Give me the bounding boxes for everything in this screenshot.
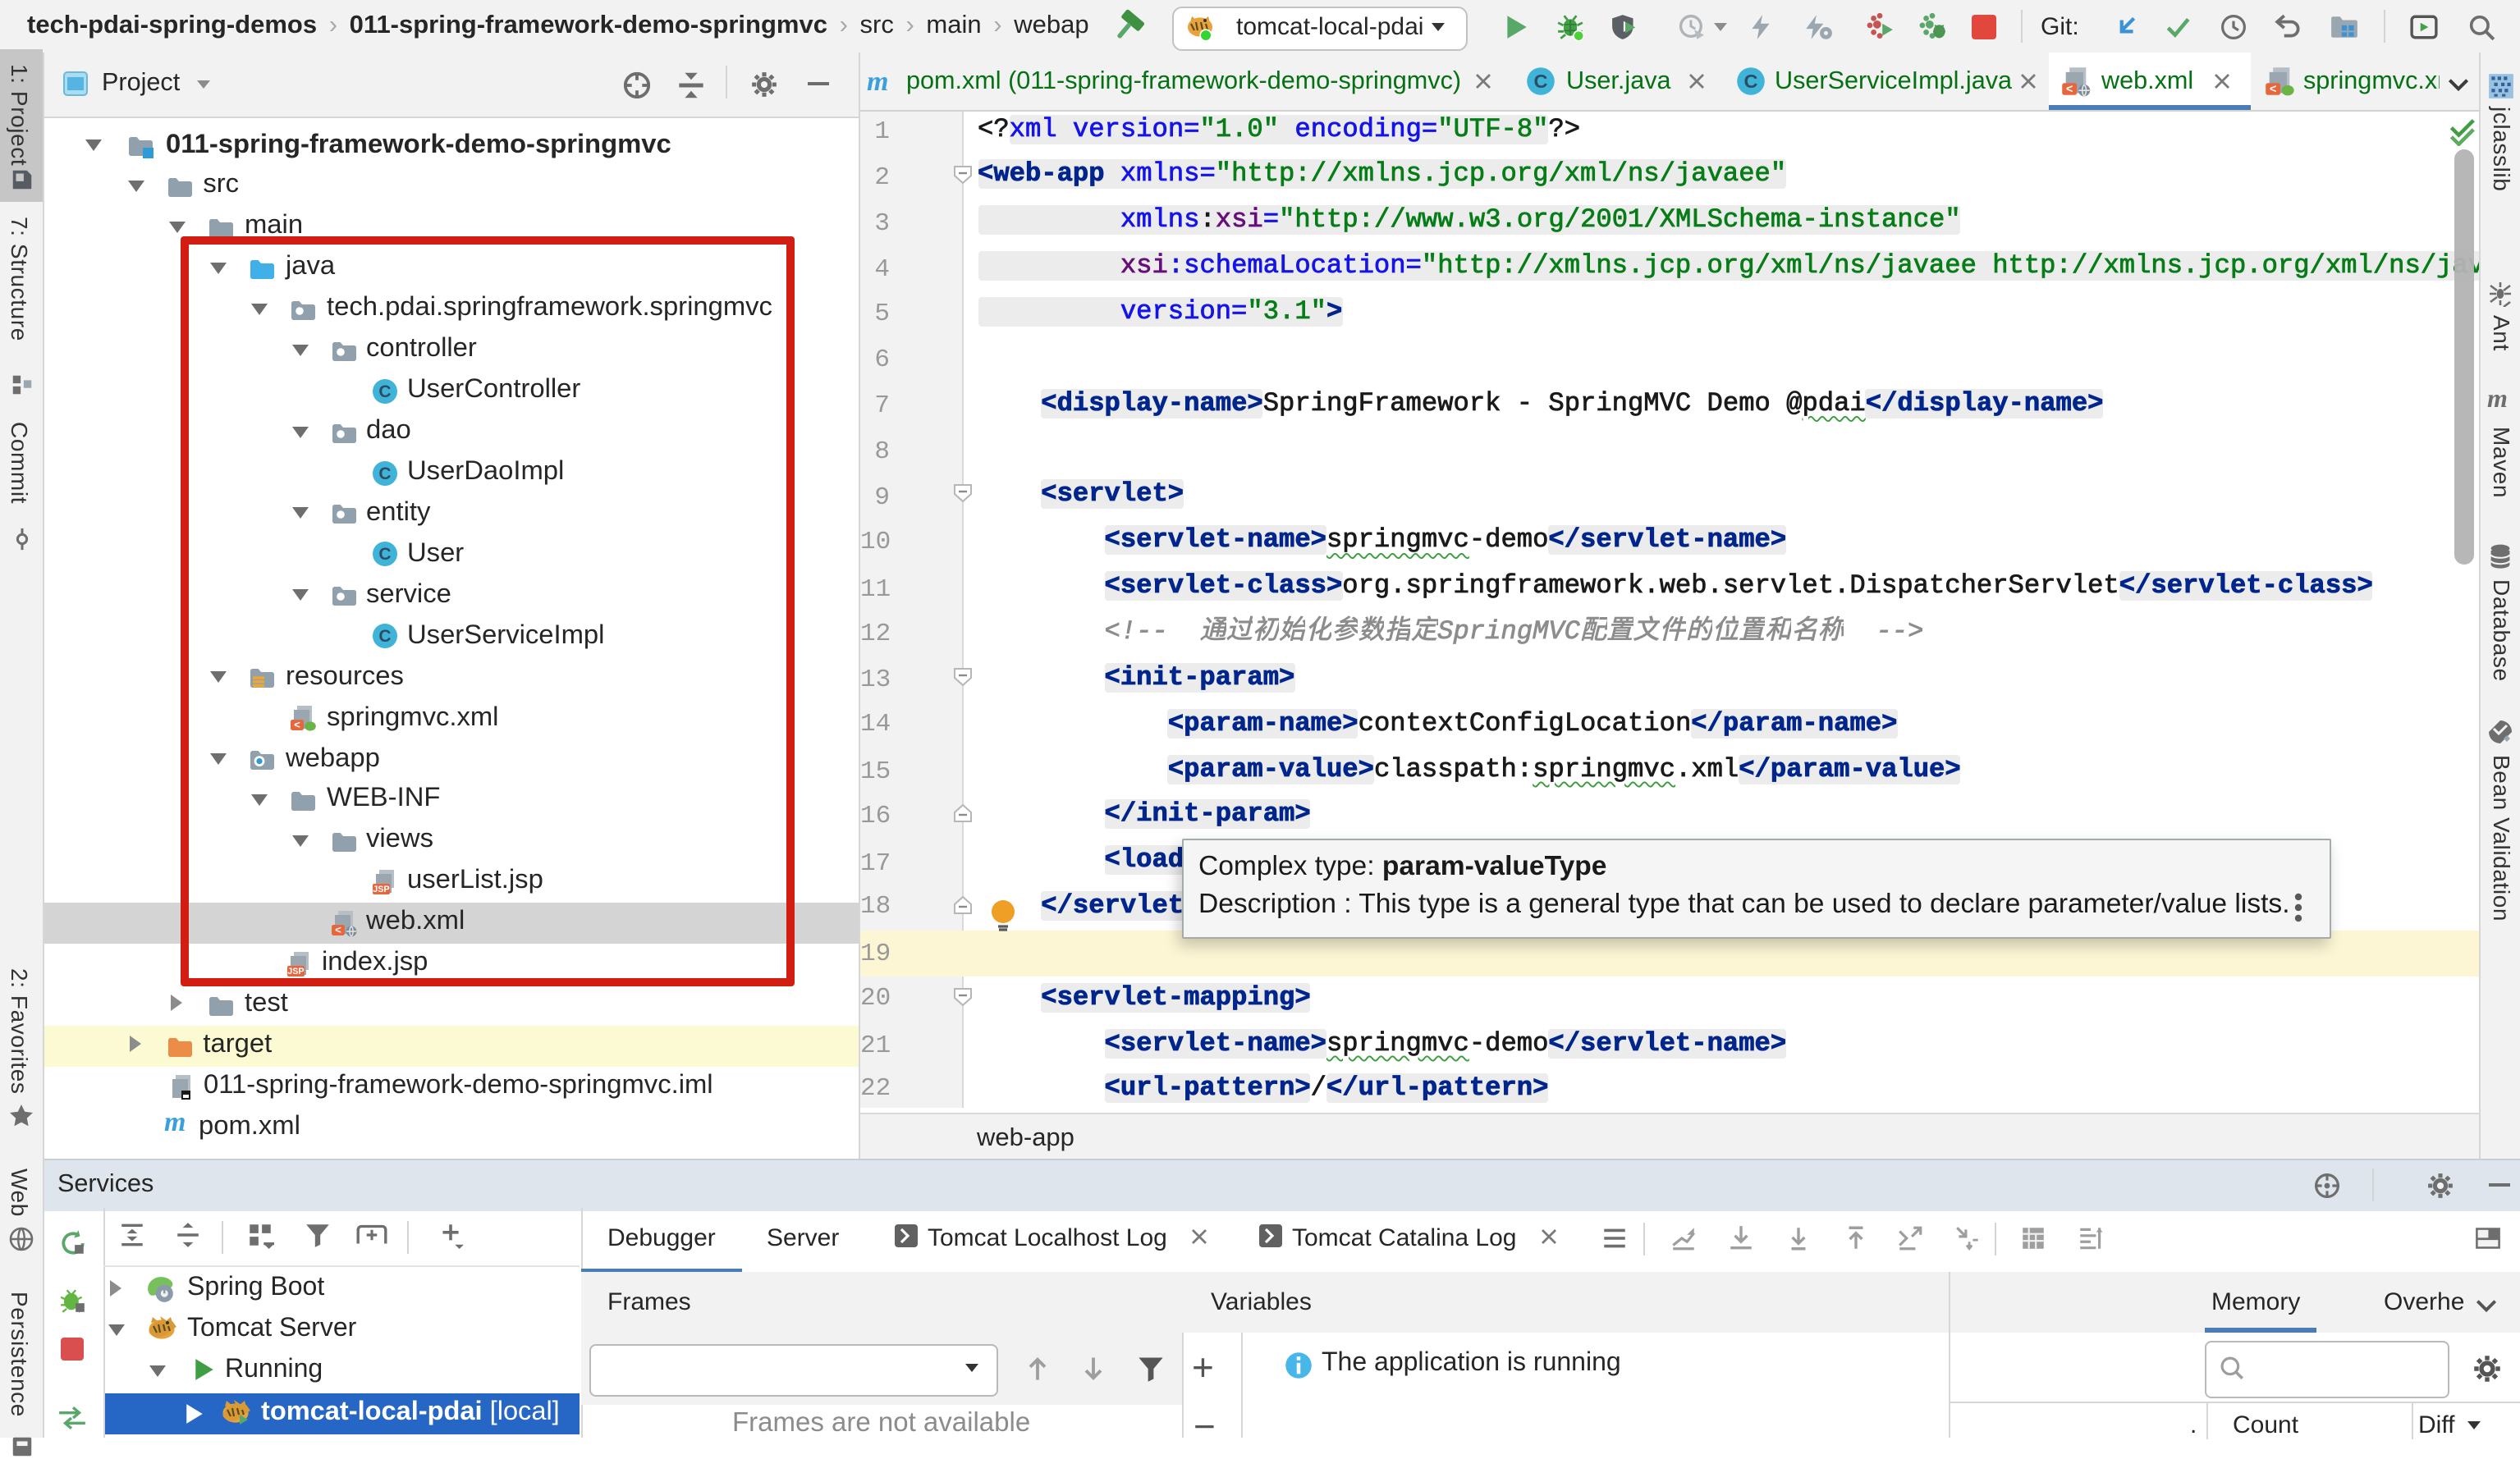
svg-text:<: < (2066, 84, 2073, 97)
svg-text:C: C (1744, 71, 1758, 92)
svg-text:<: < (2270, 84, 2277, 97)
svg-text:C: C (1534, 71, 1548, 92)
